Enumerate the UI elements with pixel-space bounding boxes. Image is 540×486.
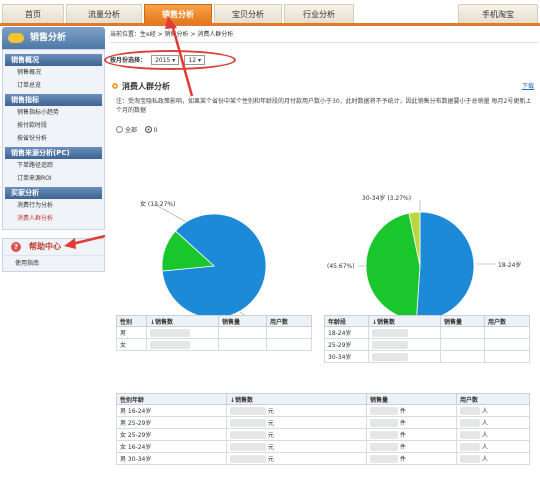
cell-ga-label: 男 25-29岁 [116,416,227,429]
sidebar-item-roi[interactable]: 订单来源ROI [5,172,102,185]
pie-label-1824: 18-24岁 [498,262,522,269]
pie-label-female: 女 (13.27%) [140,201,176,208]
sidebar-item-trend[interactable]: 销售指标小趋势 [5,106,102,119]
sidebar-header: 销售分析 [2,27,105,49]
help-guide-link[interactable]: 使用指南 [3,255,104,271]
breadcrumb: 当前位置：生e经 > 销售分析 > 消费人群分析 [110,27,538,43]
table-age: 年龄段 ↓销售数 销售量 用户数 18-24岁 25-29岁 30-34岁 [324,315,530,363]
table-row: 男 16-24岁 元 件 人 [116,404,530,417]
help-center: ? 帮助中心 使用指南 [2,238,105,272]
sidebar-item-consumer[interactable]: 消费人群分析 [5,212,102,225]
cell-age: 25-29岁 [324,338,369,351]
section-source: 销售来源分析(PC) [5,147,102,159]
sidebar-title: 销售分析 [30,33,67,43]
pie-label-3034: 30-34岁 (3.27%) [362,195,412,202]
table-row: 男 [116,326,312,339]
panel-title: 消费人群分析 [122,82,170,91]
th-gender: 性别 [116,315,147,327]
th-users[interactable]: 用户数 [266,315,312,327]
radio-all-label: 全部 [125,127,138,134]
sidebar: 销售分析 销售概况 销售概况 订单总览 销售指标 销售指标小趋势 按付款时段 按… [2,27,105,486]
cell-age: 30-34岁 [324,350,369,363]
pie-label-mid: (45.67%) [327,263,355,270]
cell-age: 18-24岁 [324,326,369,339]
th-age: 年龄段 [324,315,369,327]
tab-product[interactable]: 宝贝分析 [214,4,282,23]
table-row: 女 16-24岁 元 件 人 [116,440,530,453]
pie2-slice-0[interactable] [415,211,475,321]
pie2-slice-1[interactable] [365,212,421,321]
sidebar-item-overview[interactable]: 销售概况 [5,66,102,79]
table-row: 18-24岁 [324,326,530,339]
download-link[interactable]: 下载 [522,79,534,95]
tab-traffic[interactable]: 流量分析 [66,4,142,23]
section-sales-metrics: 销售指标 [5,94,102,106]
sidebar-item-orders[interactable]: 订单总览 [5,79,102,92]
tab-sales[interactable]: 销售分析 [144,4,212,23]
th-age-users[interactable]: 用户数 [484,315,530,327]
radio-group: 全部 0 [116,125,157,134]
tab-industry[interactable]: 行业分析 [284,4,354,23]
th-sales[interactable]: ↓销售数 [146,315,219,327]
cell-gender-female: 女 [116,338,147,351]
table-gender-age: 性别年龄 ↓销售数 销售量 用户数 男 16-24岁 元 件 人 男 25-29… [116,393,530,465]
th-gender-age: 性别年龄 [116,393,227,405]
top-nav: 首页 流量分析 销售分析 宝贝分析 行业分析 手机淘宝 [0,0,540,26]
panel-header: 消费人群分析 下载 [110,79,538,95]
tab-mobile[interactable]: 手机淘宝 [458,4,538,23]
help-title: 帮助中心 [29,242,61,251]
section-buyer: 买家分析 [5,187,102,199]
radio-all[interactable] [116,126,123,133]
th-ga-users[interactable]: 用户数 [456,393,530,405]
table-row: 25-29岁 [324,338,530,351]
tab-home[interactable]: 首页 [2,4,64,23]
radio-zero-label: 0 [153,127,158,134]
table-row: 男 30-34岁 元 件 人 [116,452,530,465]
cell-ga-label: 男 16-24岁 [116,404,227,417]
section-sales-overview: 销售概况 [5,54,102,66]
table-gender: 性别 ↓销售数 销售量 用户数 男 女 [116,315,312,351]
table-row: 女 [116,338,312,351]
th-age-sales[interactable]: ↓销售数 [368,315,441,327]
sidebar-item-payment-time[interactable]: 按付款时段 [5,119,102,132]
notice-text: 注：受淘宝隐私政策影响，如果某个省份中某个性别和年龄段的月付款用户数小于30，此… [116,98,532,114]
sidebar-item-behavior[interactable]: 消费行为分析 [5,199,102,212]
th-ga-volume[interactable]: 销售量 [366,393,457,405]
radio-zero[interactable] [144,126,152,133]
table-row: 女 25-29岁 元 件 人 [116,428,530,441]
th-volume[interactable]: 销售量 [218,315,267,327]
highlight-oval [104,50,236,70]
table-row: 男 25-29岁 元 件 人 [116,416,530,429]
cell-ga-label: 女 16-24岁 [116,440,227,453]
th-ga-sales[interactable]: ↓销售数 [226,393,367,405]
sidebar-item-path[interactable]: 下单路径追踪 [5,159,102,172]
cell-ga-label: 女 25-29岁 [116,428,227,441]
cell-gender-male: 男 [116,326,147,339]
sidebar-item-province[interactable]: 按省份分析 [5,132,102,145]
table-row: 30-34岁 [324,350,530,363]
bullet-icon [112,83,118,89]
question-icon: ? [11,242,21,252]
logo-icon [8,33,24,43]
main-content: 当前位置：生e经 > 销售分析 > 消费人群分析 按月份选择： 2015 ▾ 1… [104,27,538,486]
cell-ga-label: 男 30-34岁 [116,452,227,465]
th-age-volume[interactable]: 销售量 [440,315,485,327]
